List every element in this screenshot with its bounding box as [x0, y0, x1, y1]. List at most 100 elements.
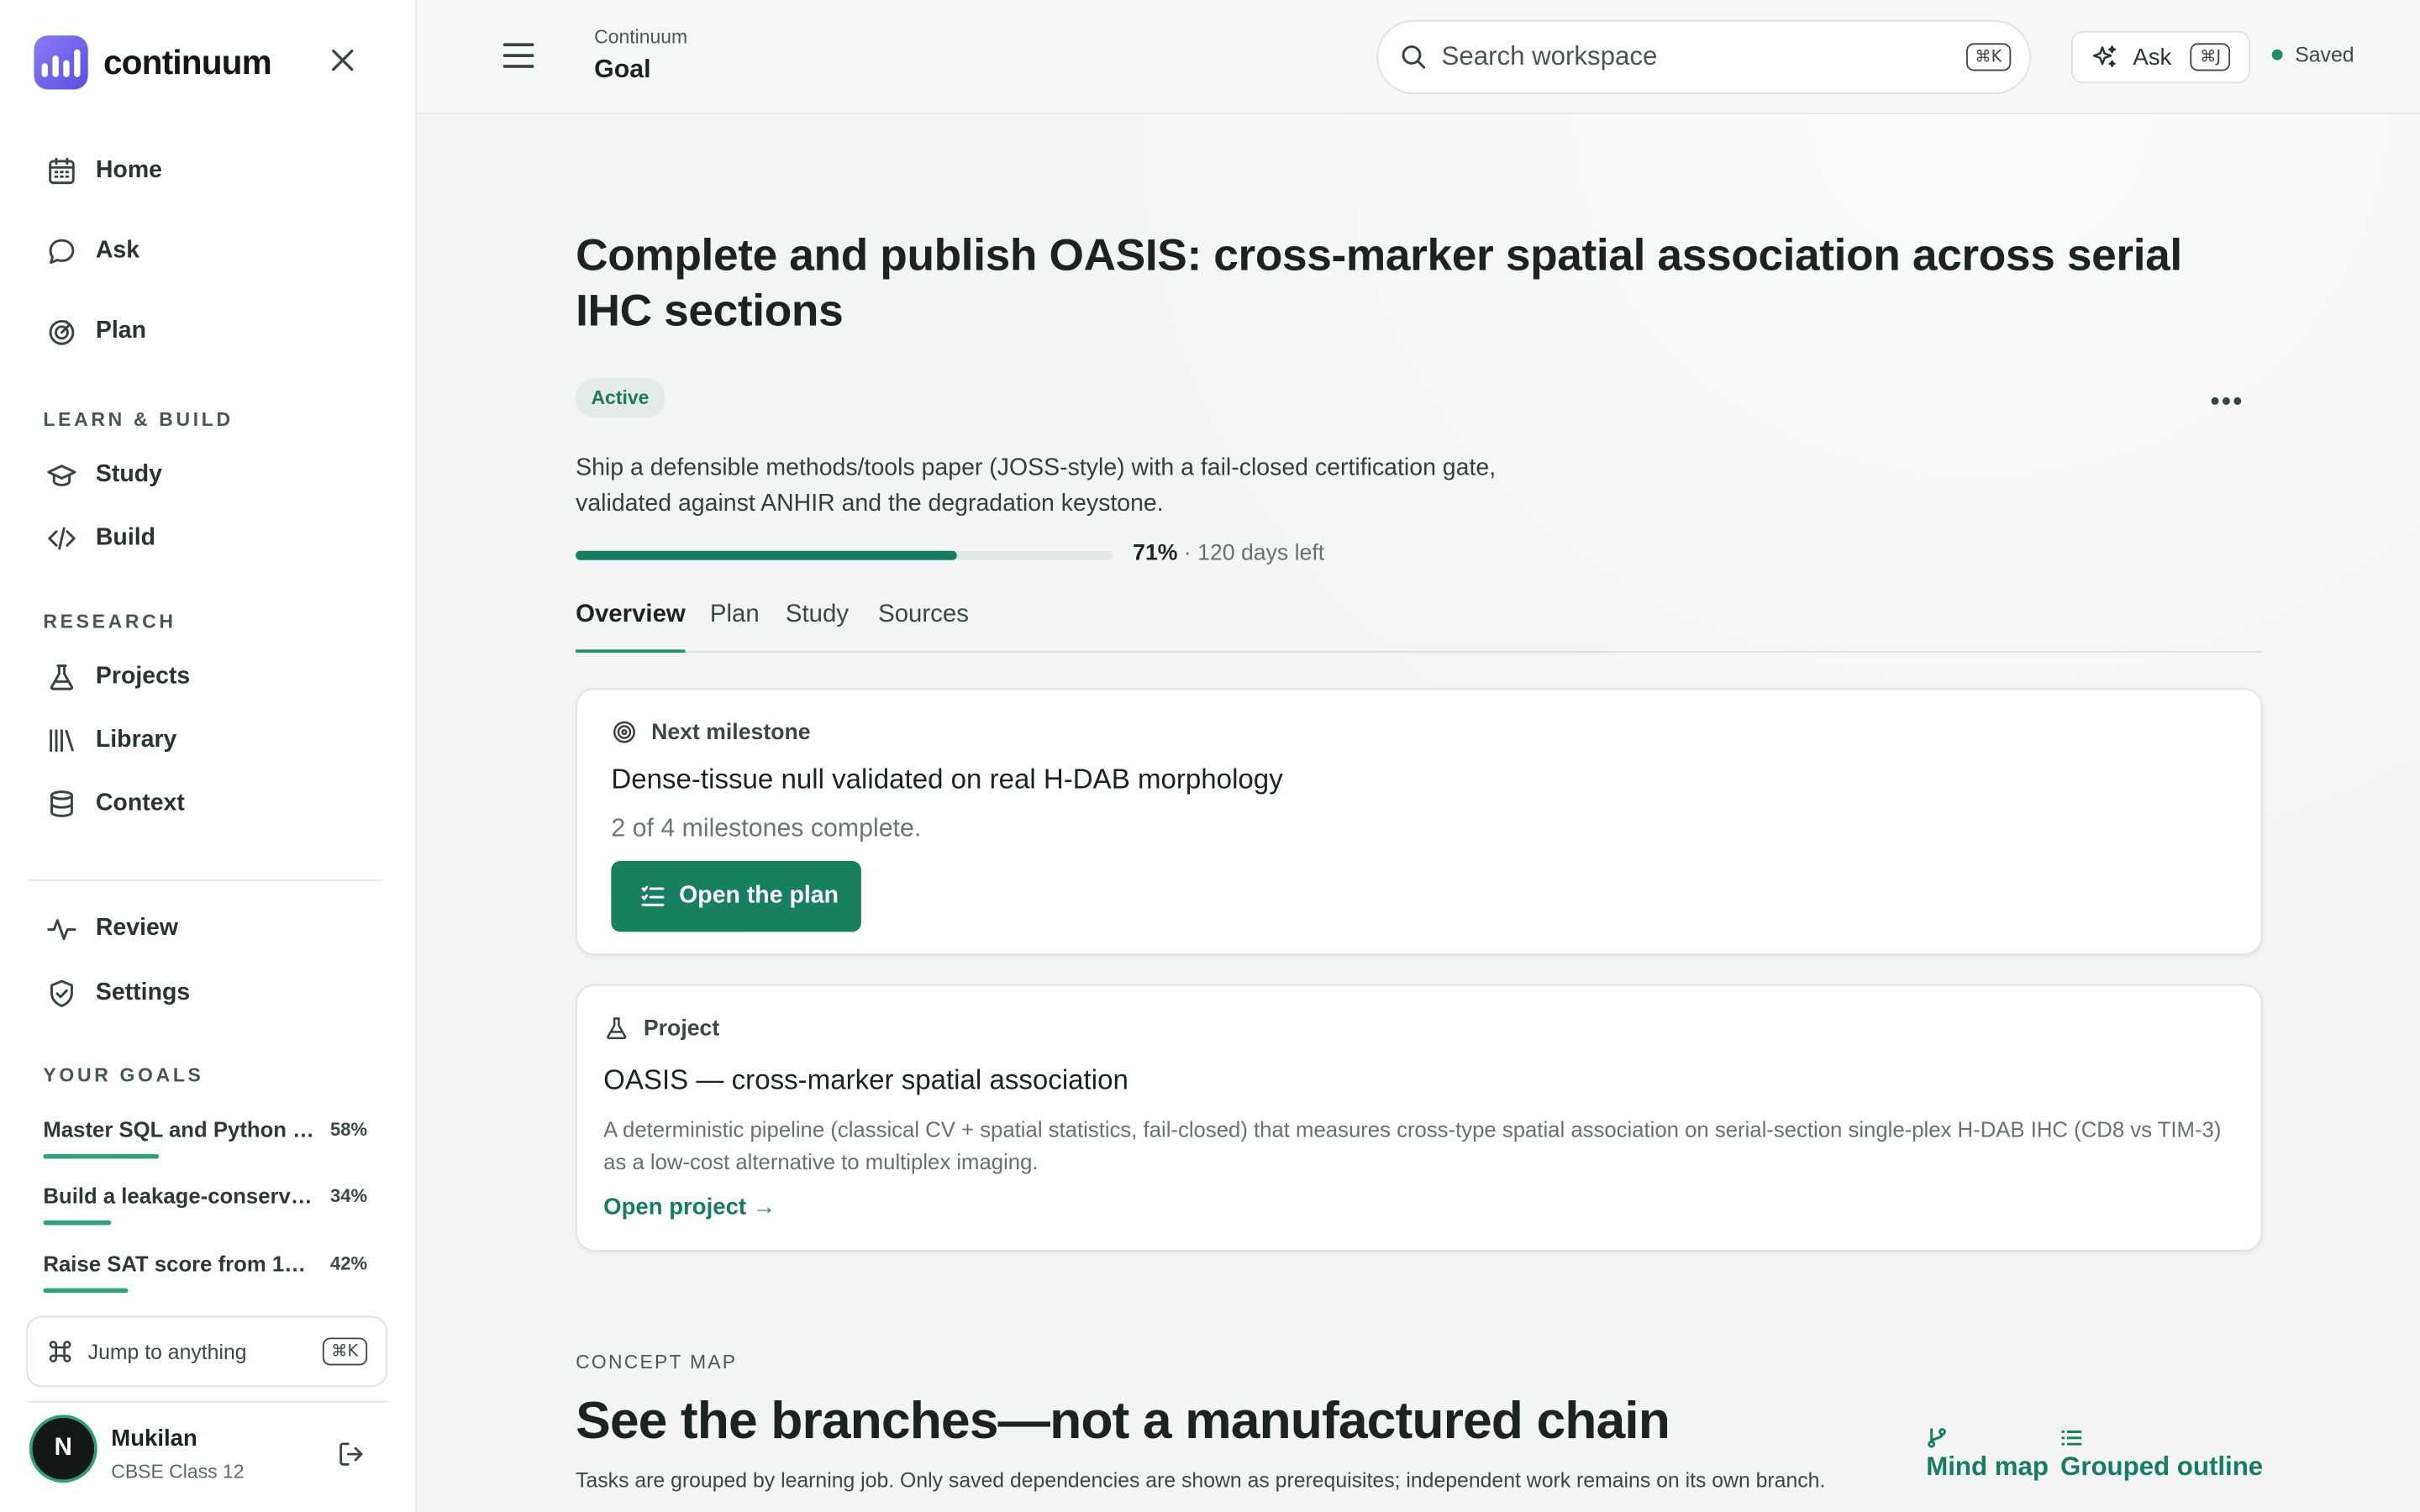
jump-to-anything-button[interactable]: Jump to anything ⌘K [26, 1315, 388, 1388]
more-options-icon[interactable]: ••• [2210, 386, 2244, 418]
section-your-goals: YOUR GOALS [43, 1064, 204, 1087]
card-kicker-label: Project [643, 1016, 720, 1041]
save-status-label: Saved [2295, 43, 2354, 66]
user-divider [28, 1400, 389, 1403]
card-kicker: Project [603, 1016, 719, 1042]
sidebar-item-label: Build [95, 524, 156, 551]
close-icon[interactable] [327, 45, 358, 76]
sidebar-goal[interactable]: Master SQL and Python for data work 58% [43, 1117, 367, 1159]
sidebar-item-label: Study [95, 461, 162, 488]
concept-map-subtitle: Tasks are grouped by learning job. Only … [576, 1468, 1826, 1493]
avatar[interactable]: N [32, 1417, 95, 1480]
graduation-cap-icon [47, 465, 76, 486]
code-icon [48, 527, 76, 550]
sidebar-item-label: Context [95, 790, 185, 816]
target-icon [49, 319, 75, 345]
page-title: Goal [594, 55, 651, 84]
sidebar-item-library[interactable]: Library [46, 723, 176, 757]
jump-label: Jump to anything [87, 1340, 247, 1363]
calendar-icon [49, 157, 75, 185]
concept-map-title: See the branches—not a manufactured chai… [576, 1391, 1670, 1451]
open-project-link[interactable]: Open project → [603, 1194, 776, 1221]
goal-progress-bar [576, 550, 1113, 560]
ask-button[interactable]: Ask ⌘J [2070, 30, 2250, 84]
sidebar-item-home[interactable]: Home [46, 155, 162, 188]
brand[interactable]: continuum [34, 35, 272, 90]
main-content: Complete and publish OASIS: cross-marker… [416, 113, 2420, 1512]
open-plan-label: Open the plan [679, 882, 839, 909]
sidebar-item-review[interactable]: Review [46, 912, 178, 946]
tab-overview[interactable]: Overview [576, 601, 686, 653]
goal-percent: 58% [330, 1118, 368, 1141]
ask-label: Ask [2133, 44, 2172, 71]
mind-map-toggle[interactable]: Mind map [1926, 1427, 2049, 1483]
project-description: A deterministic pipeline (classical CV +… [603, 1116, 2222, 1174]
flask-icon [50, 664, 74, 690]
brand-logo-icon [34, 35, 88, 90]
search-bar[interactable]: ⌘K [1376, 19, 2032, 95]
status-dot-icon [2271, 49, 2283, 60]
target-icon [613, 721, 635, 743]
section-learn-build: LEARN & BUILD [43, 408, 234, 431]
sidebar-goal[interactable]: Build a leakage-conservative model 34% [43, 1184, 367, 1226]
sidebar-item-label: Settings [95, 979, 191, 1006]
sidebar-item-plan[interactable]: Plan [46, 315, 146, 349]
card-kicker-label: Next milestone [651, 719, 811, 745]
goal-name: Raise SAT score from 1500 [43, 1251, 315, 1276]
sidebar-item-study[interactable]: Study [46, 459, 162, 492]
database-icon [50, 790, 73, 817]
section-research: RESEARCH [43, 611, 176, 633]
branch-icon [1928, 1428, 1946, 1448]
sidebar-item-label: Plan [95, 318, 147, 344]
concept-map-kicker: CONCEPT MAP [576, 1351, 738, 1373]
shortcut-badge: ⌘J [2191, 42, 2231, 71]
goal-tabs: Overview Plan Study Sources [576, 601, 2263, 653]
sidebar-item-build[interactable]: Build [46, 522, 155, 555]
logout-icon[interactable] [336, 1440, 366, 1469]
days-left: · 120 days left [1183, 541, 1325, 567]
sidebar-item-label: Review [95, 915, 178, 942]
sidebar-goal[interactable]: Raise SAT score from 1500 42% [43, 1252, 367, 1294]
command-icon [49, 1341, 71, 1362]
top-bar: Continuum Goal ⌘K Ask ⌘J Saved [416, 0, 2420, 114]
progress-summary: 71% · 120 days left [1133, 542, 1324, 566]
menu-icon[interactable] [502, 43, 534, 71]
project-card: Project OASIS — cross-marker spatial ass… [576, 984, 2263, 1252]
sidebar-item-context[interactable]: Context [46, 787, 185, 821]
status-badge: Active [576, 377, 665, 418]
sidebar-item-projects[interactable]: Projects [46, 660, 190, 694]
sidebar-item-label: Ask [95, 237, 140, 265]
pulse-icon [47, 919, 76, 941]
sidebar-divider [28, 879, 383, 881]
sidebar-item-settings[interactable]: Settings [46, 977, 190, 1011]
milestone-title: Dense-tissue null validated on real H-DA… [611, 764, 1283, 795]
progress-percent: 71% [1133, 541, 1178, 567]
goal-percent: 34% [330, 1184, 368, 1207]
shield-icon [50, 979, 73, 1008]
sidebar-item-label: Home [95, 157, 163, 184]
shortcut-badge: ⌘K [1965, 42, 2012, 71]
project-title: OASIS — cross-marker spatial association [603, 1064, 1128, 1096]
tab-study[interactable]: Study [786, 601, 849, 653]
search-input[interactable] [1441, 41, 1966, 73]
card-kicker: Next milestone [611, 719, 811, 745]
grouped-outline-toggle[interactable]: Grouped outline [2060, 1427, 2263, 1483]
goal-progress-fill [576, 550, 957, 560]
search-icon [1402, 45, 1426, 69]
user-subtitle: CBSE Class 12 [111, 1461, 245, 1483]
save-status: Saved [2271, 43, 2354, 66]
list-icon [2061, 1431, 2082, 1446]
chat-bubble-icon [49, 239, 75, 265]
tab-plan[interactable]: Plan [710, 601, 760, 653]
goal-description: Ship a defensible methods/tools paper (J… [576, 454, 1497, 517]
sidebar-item-label: Library [95, 727, 177, 753]
goal-progress-bar [43, 1153, 367, 1159]
tab-sources[interactable]: Sources [878, 601, 969, 653]
breadcrumb[interactable]: Continuum [594, 26, 687, 48]
sidebar-item-ask[interactable]: Ask [46, 234, 139, 268]
milestone-progress: 2 of 4 milestones complete. [611, 814, 922, 843]
open-plan-button[interactable]: Open the plan [611, 860, 861, 932]
next-milestone-card: Next milestone Dense-tissue null validat… [576, 688, 2263, 955]
grouped-outline-label: Grouped outline [2060, 1452, 2264, 1482]
goal-name: Build a leakage-conservative model [43, 1183, 314, 1209]
